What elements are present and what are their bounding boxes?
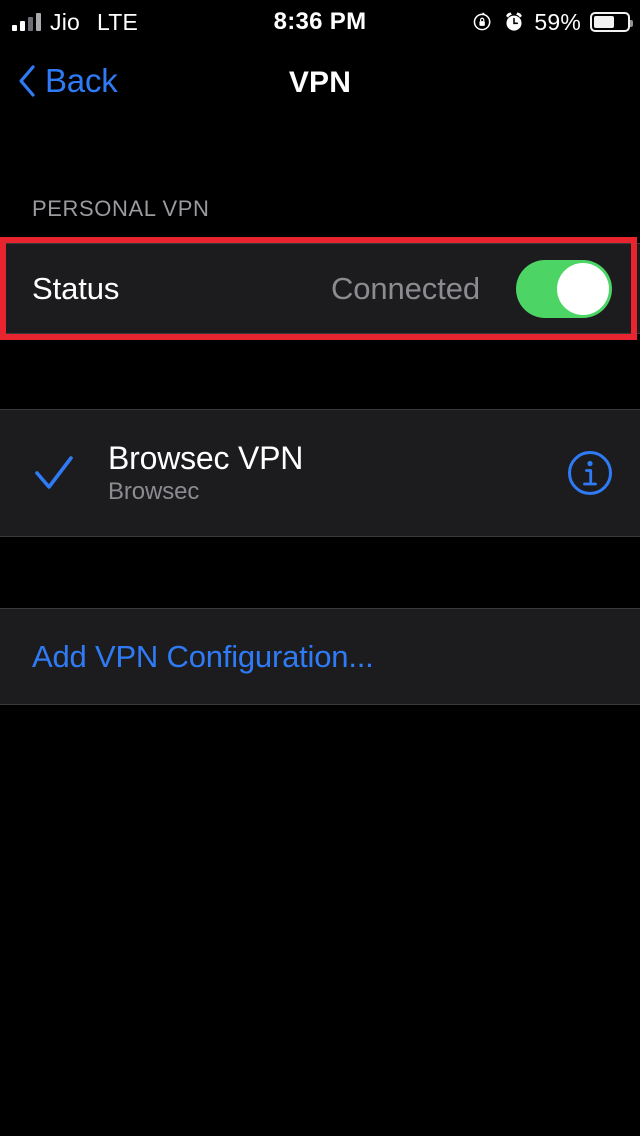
page-title: VPN bbox=[288, 66, 352, 99]
divider-bottom bbox=[0, 536, 640, 537]
vpn-configuration-row[interactable]: Browsec VPN Browsec bbox=[0, 409, 640, 537]
info-circle-icon bbox=[568, 451, 612, 495]
vpn-status-toggle[interactable] bbox=[516, 259, 612, 318]
battery-percentage: 59% bbox=[534, 8, 581, 35]
vpn-settings-screen: Jio LTE 8:36 PM 59% Back VPN PERSONAL VP… bbox=[0, 0, 640, 1136]
add-vpn-label: Add VPN Configuration... bbox=[32, 638, 374, 674]
status-bar-right: 59% bbox=[472, 8, 633, 36]
vpn-provider: Browsec bbox=[108, 478, 200, 506]
divider-bottom bbox=[0, 704, 640, 705]
navigation-bar: Back VPN bbox=[0, 54, 640, 120]
battery-icon bbox=[590, 12, 633, 32]
status-value: Connected bbox=[330, 270, 480, 306]
toggle-knob bbox=[557, 262, 609, 315]
alarm-clock-icon bbox=[506, 12, 523, 31]
divider-bottom bbox=[0, 333, 640, 334]
status-bar: Jio LTE 8:36 PM 59% bbox=[0, 0, 640, 44]
checkmark-icon bbox=[35, 456, 73, 489]
vpn-text-block: Browsec VPN Browsec bbox=[108, 439, 304, 506]
vpn-name: Browsec VPN bbox=[108, 439, 304, 476]
vpn-configuration-card: Browsec VPN Browsec bbox=[0, 409, 640, 537]
add-vpn-configuration-row[interactable]: Add VPN Configuration... bbox=[0, 608, 640, 705]
status-row[interactable]: Status Connected bbox=[0, 243, 640, 334]
status-label: Status bbox=[32, 270, 120, 306]
selected-indicator bbox=[0, 450, 108, 496]
rotation-lock-icon bbox=[474, 12, 491, 31]
section-header-personal-vpn: PERSONAL VPN bbox=[32, 196, 210, 221]
status-card: Status Connected bbox=[0, 243, 640, 334]
add-vpn-card: Add VPN Configuration... bbox=[0, 608, 640, 705]
info-button[interactable] bbox=[566, 449, 614, 497]
